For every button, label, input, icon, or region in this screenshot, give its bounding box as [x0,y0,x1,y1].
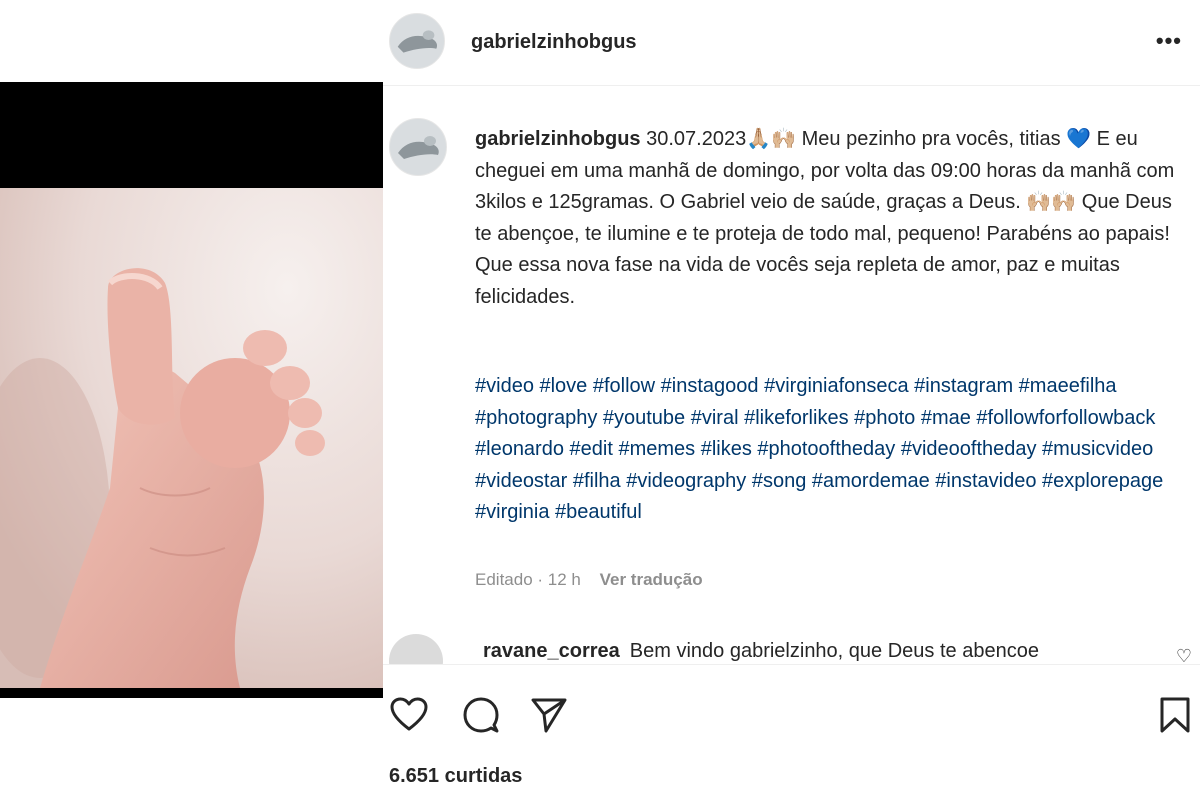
likes-count[interactable]: 6.651 curtidas [389,765,522,788]
see-translation-link[interactable]: Ver tradução [600,570,703,589]
caption-date: 30.07.2023 [646,128,747,150]
caption-author-avatar[interactable] [389,118,447,176]
baby-foot-photo [0,188,383,688]
post-caption: gabrielzinhobgus 30.07.2023🙏🏼🙌🏼 Meu pezi… [475,124,1187,313]
post-actions-bar: 6.651 curtidas [383,664,1200,800]
commenter-avatar[interactable] [389,634,443,664]
raised-hands-emoji: 🙌🏼 [1026,191,1052,213]
post-media[interactable] [0,82,383,698]
caption-section: gabrielzinhobgus 30.07.2023🙏🏼🙌🏼 Meu pezi… [383,100,1200,640]
praying-hands-emoji: 🙏🏼 [746,128,772,150]
commenter-username[interactable]: ravane_correa [483,640,620,662]
caption-meta: Editado · 12 h Ver tradução [475,570,703,590]
comment-like-heart-icon[interactable]: ♡ [1176,646,1192,664]
blue-heart-emoji: 💙 [1066,128,1092,150]
post-media-area [0,0,383,800]
comment-item: ravane_correa Bem vindo gabrielzinho, que… [383,632,1200,664]
like-heart-icon[interactable] [389,695,429,735]
author-username[interactable]: gabrielzinhobgus [471,31,637,54]
avatar-image-icon [390,14,444,68]
caption-text-1: Meu pezinho pra vocês, titias [796,128,1067,150]
baby-foot-illustration [0,188,383,688]
share-send-icon[interactable] [529,695,569,735]
comment-text: Bem vindo gabrielzinho, que Deus te aben… [629,640,1039,662]
raised-hands-emoji: 🙌🏼 [771,128,797,150]
raised-hands-emoji: 🙌🏼 [1051,191,1077,213]
avatar-image-icon [390,119,446,175]
more-options-icon[interactable]: ••• [1156,28,1182,54]
comment-bubble-icon[interactable] [461,695,501,735]
author-avatar[interactable] [389,13,445,69]
comment-text-line: ravane_correa Bem vindo gabrielzinho, que… [483,640,1039,663]
save-bookmark-icon[interactable] [1155,695,1195,735]
caption-username[interactable]: gabrielzinhobgus [475,128,641,150]
post-header: gabrielzinhobgus ••• [383,0,1200,86]
caption-hashtags[interactable]: #video #love #follow #instagood #virgini… [475,371,1187,529]
edited-timestamp: Editado · 12 h [475,570,581,589]
post-details-panel: gabrielzinhobgus ••• gabrielzinhobgus 30… [383,0,1200,800]
